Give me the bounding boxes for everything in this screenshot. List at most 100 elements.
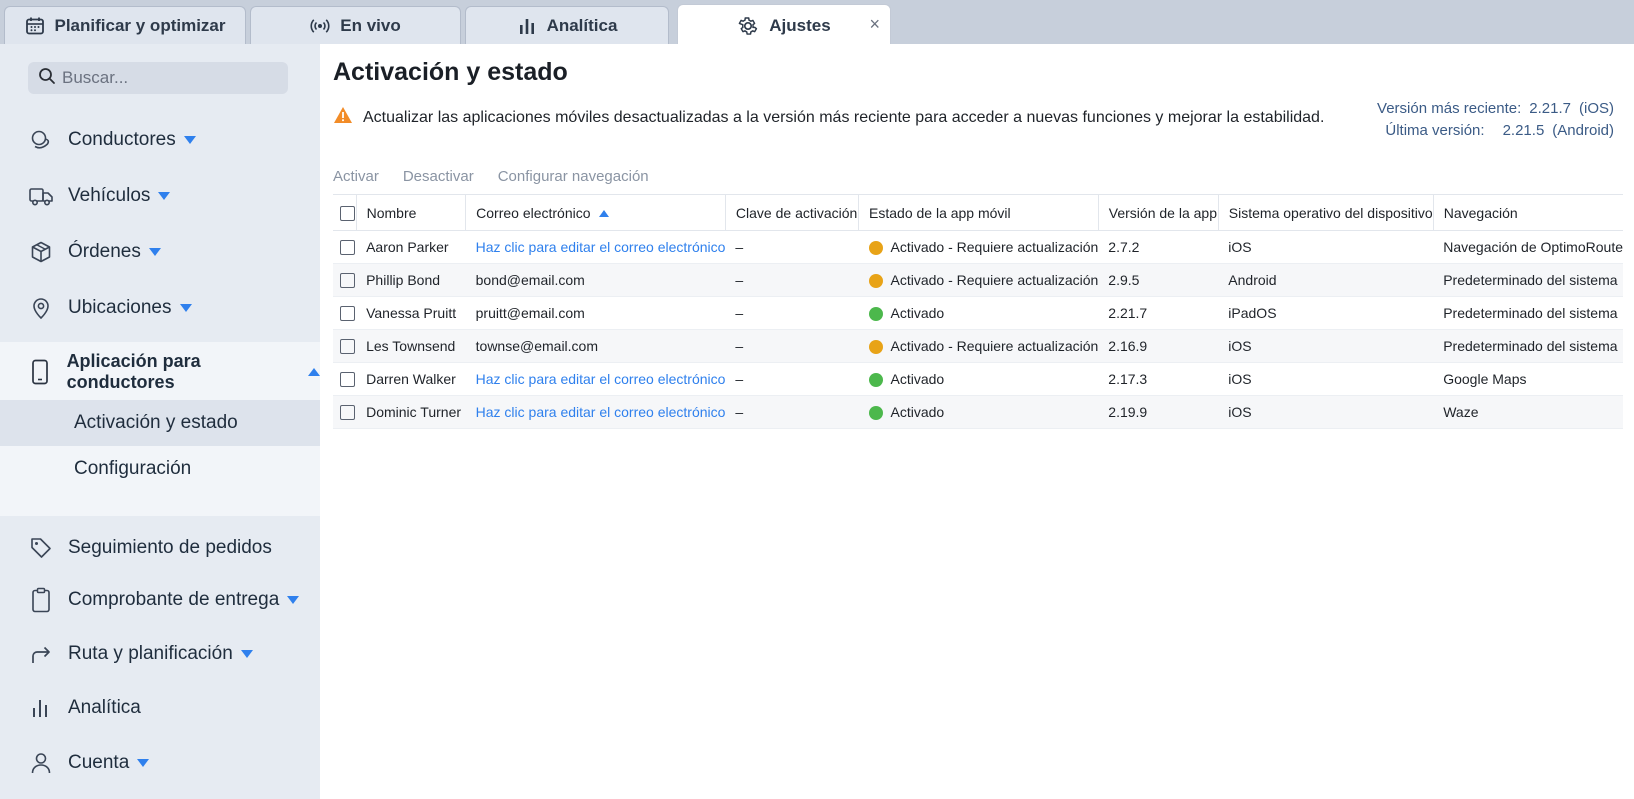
row-select-cell	[333, 263, 357, 297]
sort-ascending-icon	[598, 210, 609, 218]
sidebar-item-driver-app[interactable]: Aplicación para conductores	[0, 342, 320, 402]
column-header-app-version[interactable]: Versión de la app	[1098, 194, 1219, 231]
row-checkbox[interactable]	[340, 273, 355, 289]
sidebar-subitem-label: Configuración	[74, 458, 192, 479]
mobile-phone-icon	[28, 359, 53, 385]
sidebar-item-drivers[interactable]: Conductores	[0, 118, 320, 162]
driver-email[interactable]: pruitt@email.com	[465, 296, 726, 330]
chevron-down-icon	[183, 136, 196, 144]
sidebar-item-label: Ruta y planificación	[68, 643, 233, 664]
table-row[interactable]: Darren Walker Haz clic para editar el co…	[333, 362, 1623, 396]
row-checkbox[interactable]	[340, 372, 355, 388]
app-status: Activado - Requiere actualización	[858, 263, 1099, 297]
sidebar-item-label: Seguimiento de pedidos	[68, 537, 272, 558]
device-os: iOS	[1218, 362, 1434, 396]
driver-email[interactable]: bond@email.com	[465, 263, 726, 297]
sidebar-item-label: Órdenes	[68, 241, 141, 262]
status-text: Activado	[890, 304, 945, 321]
driver-email[interactable]: Haz clic para editar el correo electróni…	[465, 230, 726, 264]
chevron-down-icon	[158, 192, 171, 200]
status-dot-icon	[868, 274, 883, 289]
warning-icon	[333, 106, 353, 129]
tab-label: Ajustes	[769, 15, 831, 35]
sidebar-item-analytics[interactable]: Analítica	[0, 686, 320, 730]
driver-app-group: Aplicación para conductores Activación y…	[0, 342, 320, 516]
row-select-cell	[333, 362, 357, 396]
top-tab-bar: Planificar y optimizar En vivo Analítica…	[0, 0, 1634, 46]
tab-label: Planificar y optimizar	[54, 15, 226, 35]
sidebar-item-route-planning[interactable]: Ruta y planificación	[0, 632, 320, 676]
bar-chart-icon	[28, 695, 54, 721]
device-os: Android	[1218, 263, 1434, 297]
search-input[interactable]	[62, 68, 282, 88]
driver-email[interactable]: townse@email.com	[465, 329, 726, 363]
column-header-email[interactable]: Correo electrónico	[465, 194, 726, 231]
row-checkbox[interactable]	[340, 339, 355, 355]
sidebar-item-label: Analítica	[68, 697, 141, 718]
app-status: Activado	[858, 395, 1099, 429]
sidebar-item-account[interactable]: Cuenta	[0, 741, 320, 785]
app-version: 2.7.2	[1098, 230, 1219, 264]
location-pin-icon	[28, 295, 54, 321]
tab-live[interactable]: En vivo	[250, 6, 461, 44]
driver-name: Les Townsend	[356, 329, 466, 363]
row-checkbox[interactable]	[340, 405, 355, 421]
app-status: Activado	[858, 296, 1099, 330]
sidebar-item-vehicles[interactable]: Vehículos	[0, 174, 320, 218]
status-text: Activado - Requiere actualización	[890, 238, 1099, 255]
sidebar-subitem-configuration[interactable]: Configuración	[0, 446, 320, 492]
table-row[interactable]: Dominic Turner Haz clic para editar el c…	[333, 395, 1623, 429]
broadcast-icon	[310, 16, 330, 36]
status-dot-icon	[868, 241, 883, 256]
row-checkbox[interactable]	[340, 240, 355, 256]
page-title: Activación y estado	[333, 58, 568, 86]
column-header-name[interactable]: Nombre	[356, 194, 467, 231]
sidebar-item-label: Vehículos	[68, 185, 151, 206]
tab-analytics[interactable]: Analítica	[465, 6, 669, 44]
sidebar-item-order-tracking[interactable]: Seguimiento de pedidos	[0, 526, 320, 570]
status-dot-icon	[868, 373, 883, 388]
last-version-value: 2.21.5	[1502, 122, 1545, 139]
chevron-down-icon	[137, 759, 150, 767]
deactivate-button[interactable]: Desactivar	[403, 168, 474, 185]
last-version-label: Última versión:	[1385, 122, 1485, 139]
column-header-device-os[interactable]: Sistema operativo del dispositivo	[1218, 194, 1434, 231]
activate-button[interactable]: Activar	[333, 168, 379, 185]
driver-email[interactable]: Haz clic para editar el correo electróni…	[465, 395, 726, 429]
tab-plan-optimize[interactable]: Planificar y optimizar	[4, 6, 246, 44]
sidebar-item-label: Comprobante de entrega	[68, 589, 280, 610]
close-icon[interactable]: ×	[869, 14, 880, 35]
table-row[interactable]: Les Townsend townse@email.com – Activado…	[333, 329, 1623, 363]
table-row[interactable]: Aaron Parker Haz clic para editar el cor…	[333, 230, 1623, 264]
driver-email[interactable]: Haz clic para editar el correo electróni…	[465, 362, 726, 396]
search-box[interactable]	[28, 62, 288, 94]
column-header-navigation[interactable]: Navegación	[1433, 194, 1623, 231]
sidebar-subitem-activation-status[interactable]: Activación y estado	[0, 400, 320, 446]
status-text: Activado - Requiere actualización	[890, 337, 1099, 354]
app-version: 2.17.3	[1098, 362, 1219, 396]
sidebar-item-orders[interactable]: Órdenes	[0, 230, 320, 274]
chevron-down-icon	[240, 650, 253, 658]
table-row[interactable]: Phillip Bond bond@email.com – Activado -…	[333, 263, 1623, 297]
chevron-down-icon	[287, 596, 300, 604]
row-select-cell	[333, 329, 357, 363]
table-header-row: Nombre Correo electrónico Clave de activ…	[333, 194, 1623, 231]
main-content: Activación y estado Actualizar las aplic…	[320, 44, 1634, 799]
driver-name: Phillip Bond	[356, 263, 466, 297]
search-icon	[38, 67, 56, 90]
navigation-app: Predeterminado del sistema	[1433, 329, 1623, 363]
column-header-activation-key[interactable]: Clave de activación	[725, 194, 860, 231]
select-all-checkbox[interactable]	[340, 205, 355, 221]
table-row[interactable]: Vanessa Pruitt pruitt@email.com – Activa…	[333, 296, 1623, 330]
tab-label: En vivo	[340, 15, 401, 35]
tab-settings[interactable]: Ajustes ×	[677, 4, 891, 46]
table-body: Aaron Parker Haz clic para editar el cor…	[333, 230, 1623, 429]
configure-navigation-button[interactable]: Configurar navegación	[498, 168, 649, 185]
sidebar-item-locations[interactable]: Ubicaciones	[0, 286, 320, 330]
chevron-down-icon	[179, 304, 192, 312]
driver-name: Dominic Turner	[356, 395, 466, 429]
column-header-app-status[interactable]: Estado de la app móvil	[858, 194, 1099, 231]
row-checkbox[interactable]	[340, 306, 355, 322]
sidebar-item-proof-of-delivery[interactable]: Comprobante de entrega	[0, 578, 320, 622]
status-dot-icon	[868, 340, 883, 355]
